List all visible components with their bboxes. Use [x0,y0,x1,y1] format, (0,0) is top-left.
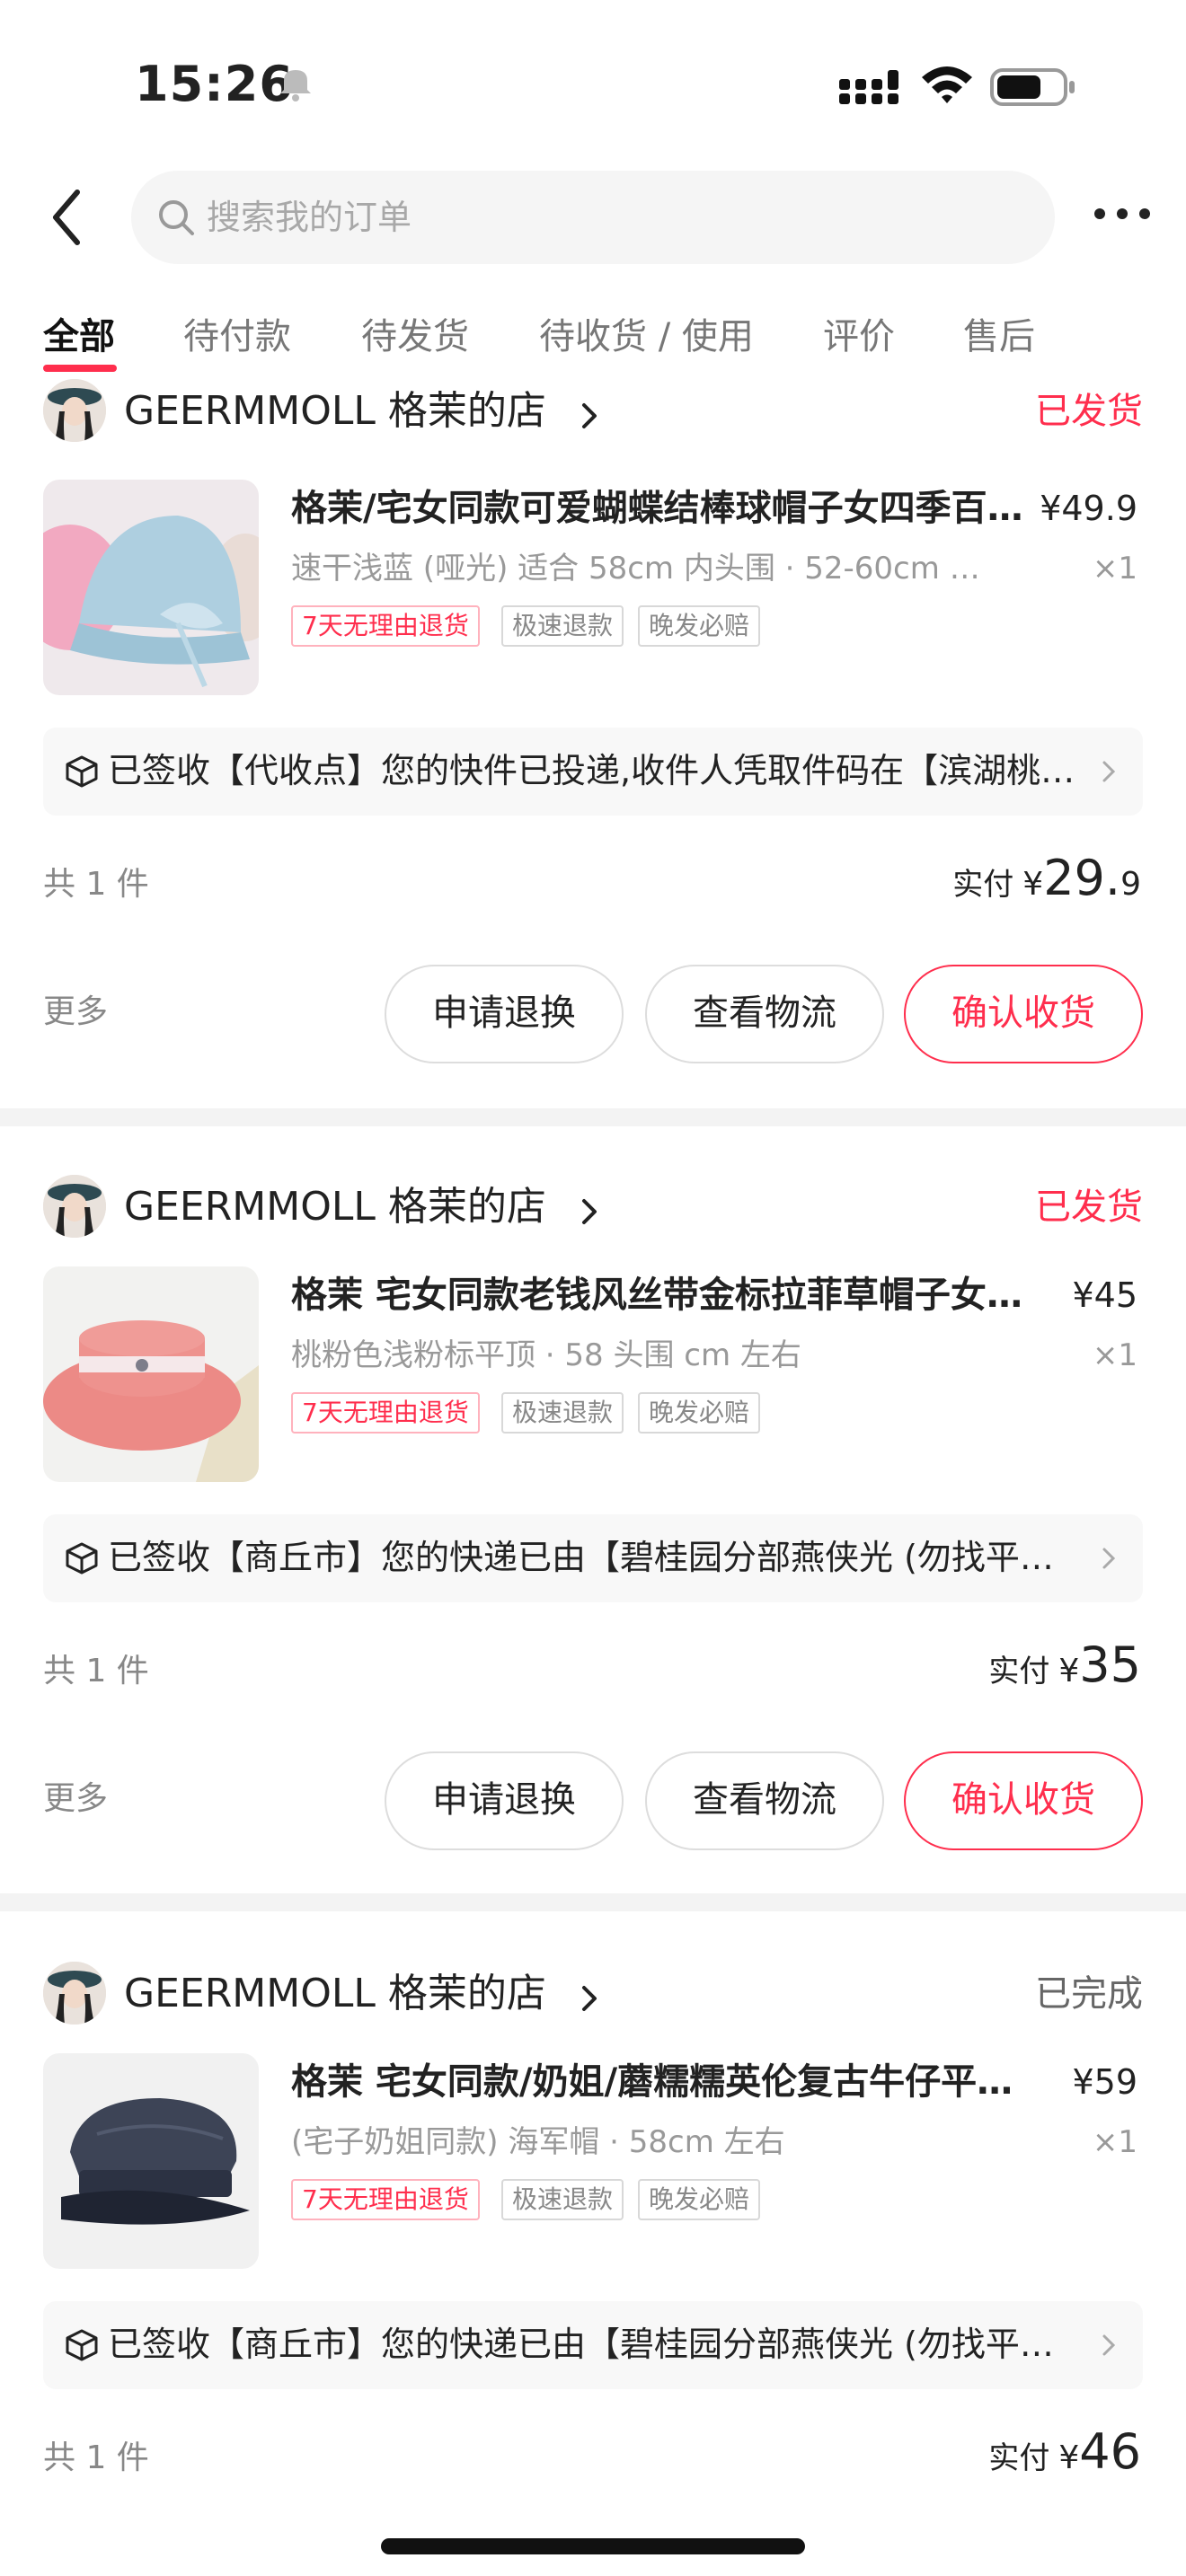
fast-refund-tag: 极速退款 [501,2179,624,2220]
confirm-receipt-button[interactable]: 确认收货 [904,1751,1143,1850]
paid-integer: 35 [1079,1636,1141,1693]
search-input[interactable]: 搜索我的订单 [131,171,1055,264]
logistics-text: 已签收【商丘市】您的快递已由【碧桂园分部燕侠光 (勿找平台客服)】签收 [108,2325,1087,2364]
product-image[interactable] [43,480,259,695]
product-image[interactable] [43,1266,259,1482]
product-title[interactable]: 格茉 宅女同款老钱风丝带金标拉菲草帽子女平顶礼帽 [291,1270,1037,1320]
focus-mode-icon [280,70,311,101]
shop-avatar [43,1175,106,1238]
late-shipment-tag: 晚发必赔 [638,605,761,647]
section-divider [0,1893,1186,1911]
product-quantity: ×1 [1092,2124,1137,2160]
paid-integer: 29. [1043,850,1121,906]
order-tabs: 全部 待付款 待发货 待收货 / 使用 评价 售后 [0,305,1186,386]
section-divider [0,1108,1186,1126]
shop-header[interactable]: GEERMMOLL 格茉的店 已完成 [43,1960,1143,2032]
shop-header[interactable]: GEERMMOLL 格茉的店 已发货 [43,1173,1143,1245]
product-price: ¥49.9 [1040,489,1137,528]
fast-refund-tag: 极速退款 [501,1392,624,1434]
back-icon[interactable] [47,183,86,251]
paid-label: 实付 [988,2440,1050,2476]
apply-return-button[interactable]: 申请退换 [385,1751,624,1850]
paid-amount: 实付 ¥29.9 [952,850,1141,906]
logistics-bar[interactable]: 已签收【代收点】您的快件已投递,收件人凭取件码在【滨湖桃园小区代收点】领取 [43,728,1143,816]
shop-header[interactable]: GEERMMOLL 格茉的店 已发货 [43,379,1143,458]
tab-all[interactable]: 全部 [43,313,115,361]
paid-amount: 实付 ¥35 [988,1636,1141,1693]
logistics-text: 已签收【代收点】您的快件已投递,收件人凭取件码在【滨湖桃园小区代收点】领取 [108,751,1087,790]
product-price: ¥45 [1072,1275,1137,1315]
cellular-signal-icon [839,70,898,104]
product-sku: (宅子奶姐同款) 海军帽 · 58cm 左右 [291,2124,785,2160]
item-count: 共 1 件 [43,866,149,903]
paid-label: 实付 [952,867,1014,903]
late-shipment-tag: 晚发必赔 [638,1392,761,1434]
product-title[interactable]: 格茉/宅女同款可爱蝴蝶结棒球帽子女四季百搭遮阳帽 [291,483,1037,534]
product-image[interactable] [43,2053,259,2269]
shop-avatar [43,379,106,442]
order-status: 已发货 [1035,391,1143,432]
battery-icon [990,68,1075,106]
logistics-text: 已签收【商丘市】您的快递已由【碧桂园分部燕侠光 (勿找平台客服)】签收 [108,1538,1087,1577]
tab-pending-payment[interactable]: 待付款 [183,313,291,361]
paid-amount: 实付 ¥46 [988,2423,1141,2480]
chevron-right-icon [1102,1548,1116,1569]
chevron-right-icon [1102,2334,1116,2356]
more-actions-link[interactable]: 更多 [43,1777,108,1822]
shop-avatar [43,1962,106,2025]
order-status: 已完成 [1035,1973,1143,2015]
paid-label: 实付 [988,1654,1050,1689]
order-status: 已发货 [1035,1187,1143,1228]
search-icon [159,200,194,235]
paid-integer: 46 [1079,2423,1141,2480]
return-policy-tag: 7天无理由退货 [291,605,480,647]
product-quantity: ×1 [1092,551,1137,587]
package-icon [66,1542,98,1575]
tab-pending-receipt[interactable]: 待收货 / 使用 [539,313,754,361]
confirm-receipt-button[interactable]: 确认收货 [904,965,1143,1063]
active-tab-indicator [43,365,117,372]
status-time: 15:26 [135,56,294,112]
fast-refund-tag: 极速退款 [501,605,624,647]
tab-review[interactable]: 评价 [823,313,895,361]
shop-name: GEERMMOLL 格茉的店 [124,1184,546,1230]
package-icon [66,2329,98,2361]
item-count: 共 1 件 [43,2439,149,2476]
logistics-bar[interactable]: 已签收【商丘市】您的快递已由【碧桂园分部燕侠光 (勿找平台客服)】签收 [43,1514,1143,1602]
home-indicator[interactable] [381,2538,805,2554]
wifi-icon [922,66,972,103]
shop-name: GEERMMOLL 格茉的店 [124,388,546,434]
product-sku: 速干浅蓝 (哑光) 适合 58cm 内头围 · 52-60cm 可调节 [291,551,1010,587]
paid-currency: ¥ [1058,2439,1080,2476]
product-price: ¥59 [1072,2062,1137,2102]
apply-return-button[interactable]: 申请退换 [385,965,624,1063]
view-logistics-button[interactable]: 查看物流 [645,965,884,1063]
search-placeholder: 搜索我的订单 [207,198,412,237]
chevron-right-icon [582,1199,597,1224]
status-bar: 15:26 [0,0,1186,171]
paid-currency: ¥ [1022,866,1044,903]
paid-decimal: 9 [1120,866,1141,903]
late-shipment-tag: 晚发必赔 [638,2179,761,2220]
paid-currency: ¥ [1058,1653,1080,1689]
return-policy-tag: 7天无理由退货 [291,1392,480,1434]
more-actions-link[interactable]: 更多 [43,990,108,1035]
chevron-right-icon [582,403,597,428]
tab-after-sales[interactable]: 售后 [963,313,1035,361]
return-policy-tag: 7天无理由退货 [291,2179,480,2220]
product-title[interactable]: 格茉 宅女同款/奶姐/蘑糯糯英伦复古牛仔平顶海军帽 [291,2057,1037,2107]
shop-name: GEERMMOLL 格茉的店 [124,1971,546,2016]
product-sku: 桃粉色浅粉标平顶 · 58 头围 cm 左右 [291,1337,801,1373]
product-quantity: ×1 [1092,1337,1137,1373]
more-options-icon[interactable] [1094,208,1150,226]
package-icon [66,755,98,788]
logistics-bar[interactable]: 已签收【商丘市】您的快递已由【碧桂园分部燕侠光 (勿找平台客服)】签收 [43,2301,1143,2389]
chevron-right-icon [582,1986,597,2011]
item-count: 共 1 件 [43,1653,149,1689]
tab-pending-shipment[interactable]: 待发货 [361,313,469,361]
view-logistics-button[interactable]: 查看物流 [645,1751,884,1850]
chevron-right-icon [1102,761,1116,782]
